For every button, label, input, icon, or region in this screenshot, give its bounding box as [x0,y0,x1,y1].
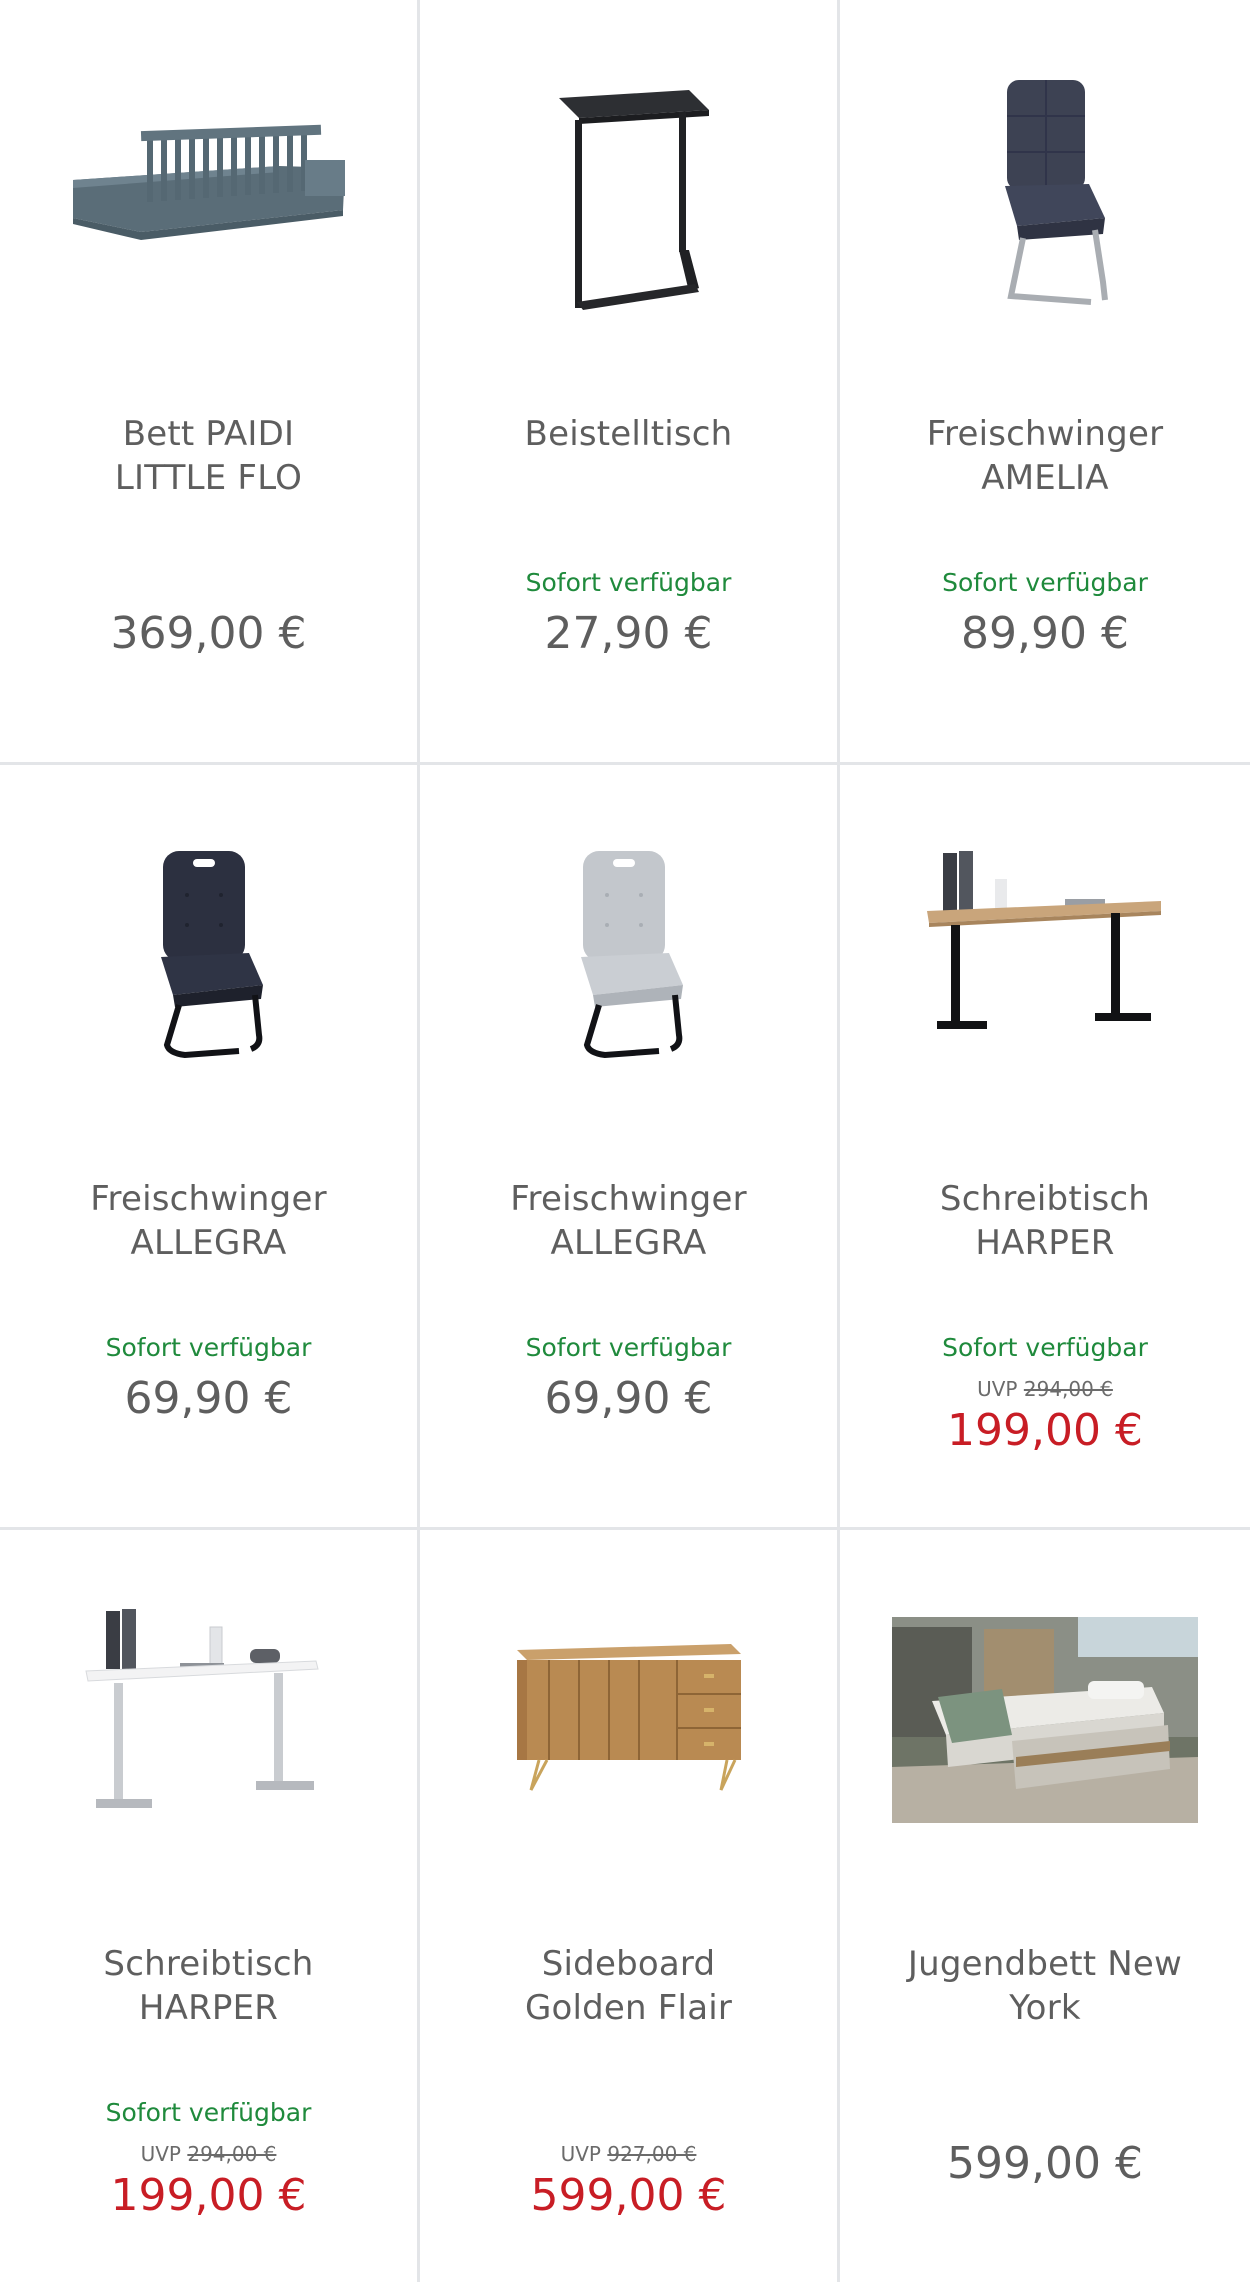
allegra-light-chair-image[interactable] [420,785,837,1125]
product-tile[interactable]: Freischwinger AMELIA Sofort verfügbar 89… [840,0,1250,762]
product-title[interactable]: Freischwinger AMELIA [860,412,1230,500]
product-title-line: LITTLE FLO [114,458,303,498]
product-title-line: Bett PAIDI [122,414,295,454]
uvp-label: UVP [977,1377,1018,1401]
harper-desk-white-image[interactable] [0,1550,417,1890]
product-title-line: ALLEGRA [130,1223,287,1263]
availability-label: Sofort verfügbar [105,2098,312,2127]
availability-label: Sofort verfügbar [105,1333,312,1362]
product-title-line: Golden Flair [524,1988,733,2028]
availability-label: Sofort verfügbar [525,1333,732,1362]
product-tile[interactable]: Jugendbett New York 599,00 € [840,1530,1250,2282]
amelia-chair-image[interactable] [840,20,1250,360]
harper-desk-oak-image[interactable] [840,785,1250,1125]
product-title-line: Schreibtisch [103,1944,314,1984]
product-tile[interactable]: Bett PAIDI LITTLE FLO 369,00 € [0,0,417,762]
product-title[interactable]: Freischwinger ALLEGRA [440,1177,817,1265]
youth-bed-photo[interactable] [840,1550,1250,1890]
product-title[interactable]: Schreibtisch HARPER [860,1177,1230,1265]
uvp-price: 927,00 € [607,2142,697,2166]
product-title[interactable]: Schreibtisch HARPER [20,1942,397,2030]
product-title-line: York [1009,1988,1081,2028]
product-title-line: Beistelltisch [524,414,733,454]
availability-label: Sofort verfügbar [942,1333,1148,1362]
product-title-line: Freischwinger [926,414,1164,454]
product-title-line: Freischwinger [90,1179,327,1219]
product-grid: Bett PAIDI LITTLE FLO 369,00 € Beistellt… [0,0,1250,2282]
sale-price: 599,00 € [530,2170,727,2221]
sideboard-image[interactable] [420,1550,837,1890]
product-price: 369,00 € [110,608,307,659]
product-title-line: Schreibtisch [939,1179,1151,1219]
product-price: 69,90 € [124,1373,293,1424]
product-title-line: Sideboard [541,1944,716,1984]
allegra-dark-chair-image[interactable] [0,785,417,1125]
product-price: 27,90 € [544,608,713,659]
product-title-line: HARPER [975,1223,1115,1263]
product-title[interactable]: Jugendbett New York [860,1942,1230,2030]
product-title-line: Jugendbett New [907,1944,1183,1984]
sale-price: 199,00 € [947,1405,1143,1456]
uvp-label: UVP [560,2142,601,2166]
product-price: 69,90 € [544,1373,713,1424]
product-price: 599,00 € [947,2138,1143,2189]
product-title[interactable]: Beistelltisch [440,412,817,456]
sale-price: 199,00 € [110,2170,307,2221]
product-tile[interactable]: Sideboard Golden Flair UVP 927,00 € 599,… [420,1530,837,2282]
product-price: 89,90 € [961,608,1129,659]
product-tile[interactable]: Freischwinger ALLEGRA Sofort verfügbar 6… [0,765,417,1527]
product-title[interactable]: Bett PAIDI LITTLE FLO [20,412,397,500]
product-title[interactable]: Freischwinger ALLEGRA [20,1177,397,1265]
product-title-line: HARPER [138,1988,279,2028]
uvp-line: UVP 294,00 € [0,2142,417,2166]
product-tile[interactable]: Beistelltisch Sofort verfügbar 27,90 € [420,0,837,762]
product-title[interactable]: Sideboard Golden Flair [440,1942,817,2030]
product-tile[interactable]: Freischwinger ALLEGRA Sofort verfügbar 6… [420,765,837,1527]
uvp-price: 294,00 € [187,2142,277,2166]
uvp-label: UVP [140,2142,181,2166]
product-title-line: ALLEGRA [550,1223,707,1263]
product-title-line: Freischwinger [510,1179,747,1219]
paidi-bed-image[interactable] [0,20,417,360]
uvp-price: 294,00 € [1023,1377,1113,1401]
product-tile[interactable]: Schreibtisch HARPER Sofort verfügbar UVP… [840,765,1250,1527]
availability-label: Sofort verfügbar [942,568,1148,597]
product-title-line: AMELIA [981,458,1109,498]
uvp-line: UVP 294,00 € [840,1377,1250,1401]
product-tile[interactable]: Schreibtisch HARPER Sofort verfügbar UVP… [0,1530,417,2282]
uvp-line: UVP 927,00 € [420,2142,837,2166]
availability-label: Sofort verfügbar [525,568,732,597]
side-table-image[interactable] [420,20,837,360]
